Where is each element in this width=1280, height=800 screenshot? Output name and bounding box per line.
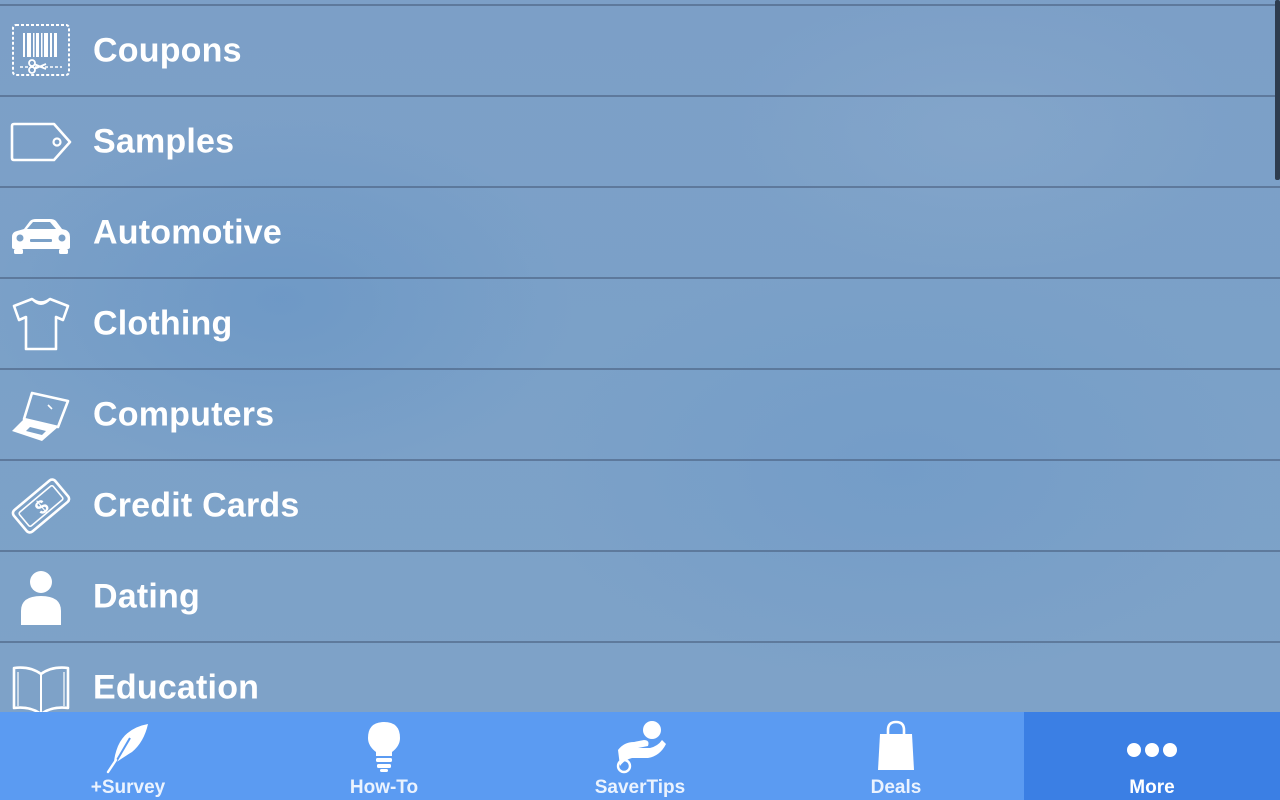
category-item-samples[interactable]: Samples xyxy=(0,97,1280,188)
feather-quill-icon xyxy=(100,720,156,774)
car-icon xyxy=(10,205,72,261)
category-item-label: Computers xyxy=(93,395,275,433)
category-item-computers[interactable]: Computers xyxy=(0,370,1280,461)
lightbulb-icon xyxy=(356,720,412,772)
category-item-education[interactable]: Education xyxy=(0,643,1280,712)
tshirt-icon xyxy=(10,296,72,352)
category-item-label: Clothing xyxy=(93,304,233,342)
category-item-label: Automotive xyxy=(93,213,282,251)
category-item-automotive[interactable]: Automotive xyxy=(0,188,1280,279)
bottom-tab-bar: +Survey How-To SaverTips Deals More xyxy=(0,712,1280,800)
tab-how-to[interactable]: How-To xyxy=(256,712,512,800)
category-item-clothing[interactable]: Clothing xyxy=(0,279,1280,370)
category-item-label: Credit Cards xyxy=(93,486,300,524)
category-item-label: Dating xyxy=(93,577,200,615)
credit-card-dollar-icon: $ xyxy=(10,477,72,534)
tab-survey[interactable]: +Survey xyxy=(0,712,256,800)
category-item-credit-cards[interactable]: $ Credit Cards xyxy=(0,461,1280,552)
category-list: Coupons Samples Automotive Clothing Comp… xyxy=(0,0,1280,712)
more-dots-icon xyxy=(1124,720,1180,772)
tab-deals[interactable]: Deals xyxy=(768,712,1024,800)
person-icon xyxy=(10,569,72,625)
category-item-label: Coupons xyxy=(93,31,242,69)
tag-icon xyxy=(10,114,72,170)
shopping-bag-icon xyxy=(868,720,924,772)
laptop-icon xyxy=(10,387,72,443)
category-item-label: Samples xyxy=(93,122,235,160)
open-book-icon xyxy=(10,660,72,712)
tab-label: More xyxy=(1129,777,1175,798)
hand-coin-icon xyxy=(612,720,668,774)
tab-saver-tips[interactable]: SaverTips xyxy=(512,712,768,800)
tab-label: How-To xyxy=(349,777,419,798)
category-item-label: Education xyxy=(93,668,260,706)
tab-label: SaverTips xyxy=(594,777,686,798)
list-scrollbar[interactable] xyxy=(1275,0,1280,180)
barcode-coupon-icon xyxy=(10,23,72,79)
tab-label: +Survey xyxy=(90,777,166,798)
category-item-coupons[interactable]: Coupons xyxy=(0,6,1280,97)
category-item-dating[interactable]: Dating xyxy=(0,552,1280,643)
tab-label: Deals xyxy=(870,777,922,798)
tab-more[interactable]: More xyxy=(1024,712,1280,800)
